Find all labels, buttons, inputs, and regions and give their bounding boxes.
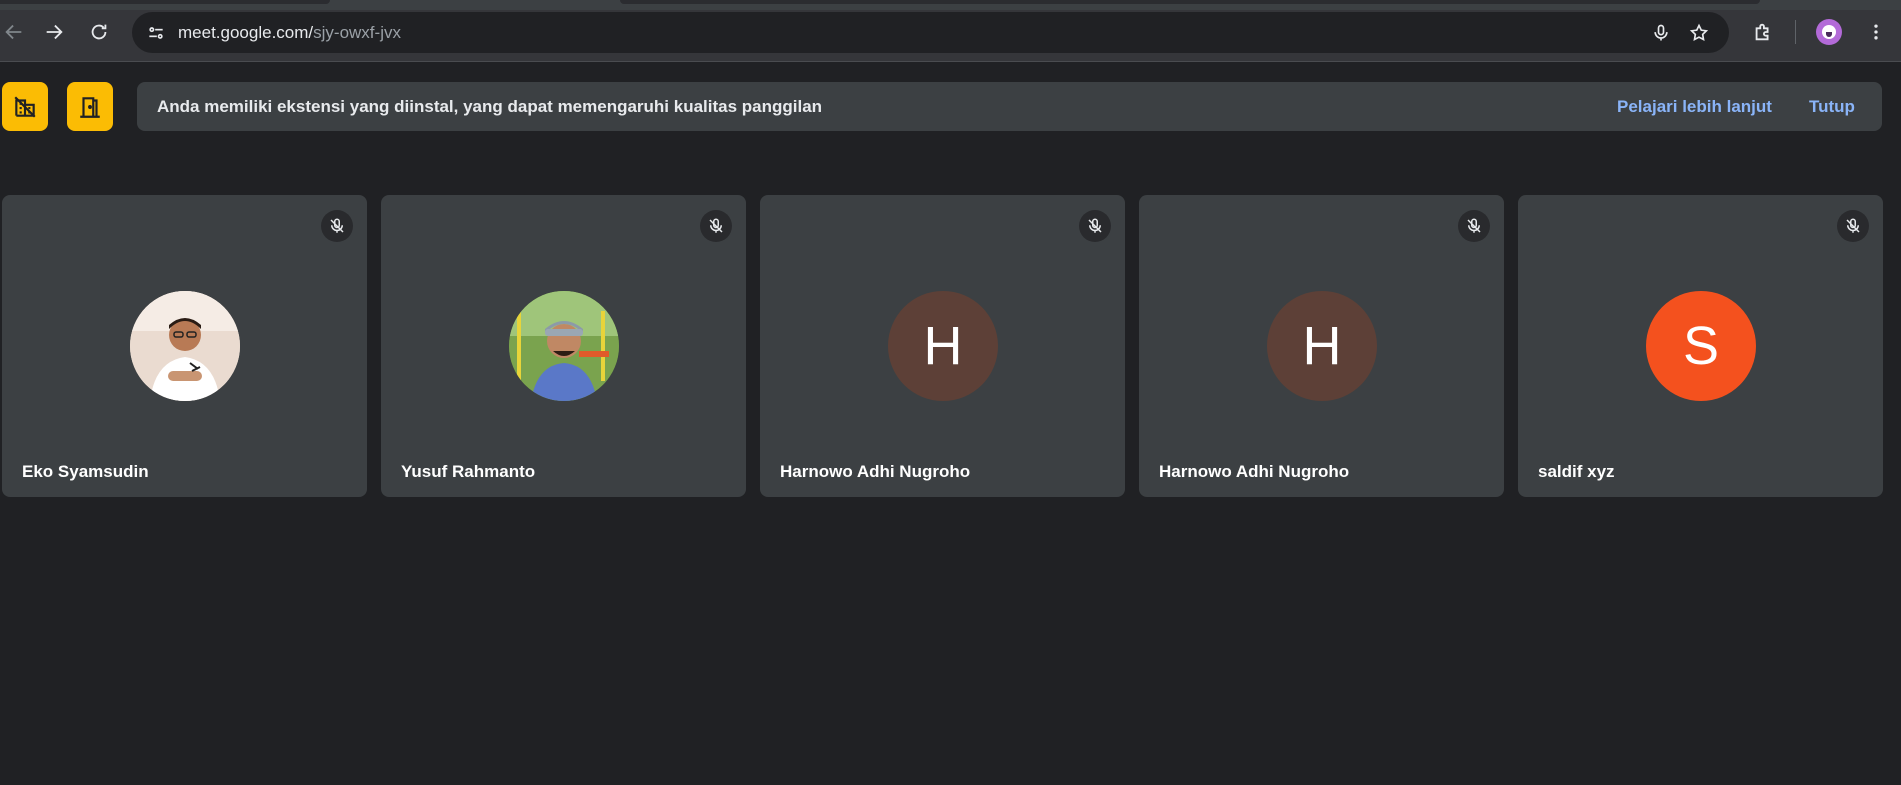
close-banner-button[interactable]: Tutup (1809, 97, 1855, 117)
no-camera-building-button[interactable] (2, 82, 48, 131)
learn-more-link[interactable]: Pelajari lebih lanjut (1617, 97, 1772, 117)
forward-icon (46, 24, 63, 40)
profile-face-icon (1822, 25, 1836, 39)
participant-name: Yusuf Rahmanto (401, 462, 536, 481)
mic-off-icon (709, 218, 723, 233)
participant-name: Harnowo Adhi Nugroho (780, 462, 971, 481)
participant-tile[interactable]: Eko Syamsudin (2, 195, 367, 497)
mic-off-icon (1467, 218, 1481, 233)
url-host: meet.google.com/ (178, 23, 314, 42)
address-bar[interactable]: meet.google.com/sjy-owxf-jvx (132, 12, 1729, 53)
url-path: sjy-owxf-jvx (313, 23, 401, 42)
participant-photo (130, 291, 240, 401)
browser-toolbar: meet.google.com/sjy-owxf-jvx (0, 0, 1901, 62)
muted-indicator (321, 210, 353, 242)
building-off-icon (14, 95, 36, 118)
url-text[interactable]: meet.google.com/sjy-owxf-jvx (178, 23, 401, 43)
participant-tile[interactable]: H Harnowo Adhi Nugroho (760, 195, 1125, 497)
participant-name: saldif xyz (1538, 462, 1615, 481)
tab-edge[interactable] (620, 0, 1760, 4)
leave-room-button[interactable] (67, 82, 113, 131)
voice-search-button[interactable] (1649, 21, 1673, 45)
muted-indicator (1079, 210, 1111, 242)
participant-initial-avatar: S (1646, 291, 1756, 401)
more-menu-button[interactable] (1862, 18, 1890, 46)
tab-strip (0, 0, 1901, 10)
muted-indicator (700, 210, 732, 242)
back-icon (5, 24, 22, 40)
tab-edge[interactable] (0, 0, 330, 4)
forward-button[interactable] (40, 18, 68, 46)
participant-initial-avatar: H (888, 291, 998, 401)
back-button[interactable] (0, 18, 28, 46)
toolbar-divider (1795, 20, 1796, 44)
site-info-icon (149, 27, 163, 39)
site-info-button[interactable] (142, 19, 170, 47)
muted-indicator (1837, 210, 1869, 242)
profile-avatar[interactable] (1816, 19, 1842, 45)
participant-photo (509, 291, 619, 401)
mic-off-icon (1846, 218, 1860, 233)
person-photo-icon (509, 291, 619, 401)
extensions-button[interactable] (1749, 18, 1777, 46)
reload-icon (91, 24, 107, 40)
participant-initial-avatar: H (1267, 291, 1377, 401)
participant-tile[interactable]: Yusuf Rahmanto (381, 195, 746, 497)
bookmark-button[interactable] (1687, 21, 1711, 45)
participant-name: Eko Syamsudin (22, 462, 149, 481)
reload-button[interactable] (85, 18, 113, 46)
star-icon (1689, 23, 1709, 42)
banner-message: Anda memiliki ekstensi yang diinstal, ya… (157, 97, 823, 116)
door-icon (80, 96, 100, 118)
person-photo-icon (130, 291, 240, 401)
participant-tile[interactable]: S saldif xyz (1518, 195, 1883, 497)
more-icon (1874, 24, 1878, 40)
extension-warning-banner: Anda memiliki ekstensi yang diinstal, ya… (137, 82, 1882, 131)
mic-off-icon (1088, 218, 1102, 233)
mic-off-icon (330, 218, 344, 233)
extensions-icon (1755, 23, 1769, 41)
participant-tile[interactable]: H Harnowo Adhi Nugroho (1139, 195, 1504, 497)
mic-icon (1654, 24, 1668, 41)
muted-indicator (1458, 210, 1490, 242)
participant-name: Harnowo Adhi Nugroho (1159, 462, 1350, 481)
